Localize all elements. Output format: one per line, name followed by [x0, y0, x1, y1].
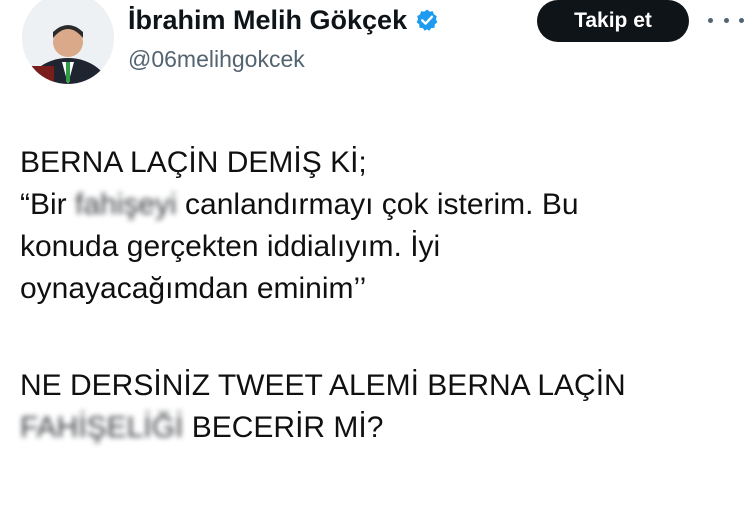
tweet-line: FAHİŞELİĞİ BECERİR Mİ?	[20, 407, 720, 449]
more-dot	[708, 17, 713, 23]
avatar[interactable]	[22, 0, 114, 84]
tweet-text: BERNA LAÇİN DEMİŞ Kİ; “Bir fahişeyi canl…	[20, 142, 720, 449]
more-dot	[739, 17, 744, 23]
tweet-segment: canlandırmayı çok isterim. Bu	[176, 188, 579, 221]
follow-button[interactable]: Takip et	[537, 0, 689, 42]
blurred-word: fahişeyi	[75, 188, 177, 221]
tweet-line: BERNA LAÇİN DEMİŞ Kİ;	[20, 146, 367, 179]
user-handle[interactable]: @06melihgokcek	[128, 46, 305, 73]
tweet-line: NE DERSİNİZ TWEET ALEMİ BERNA LAÇİN	[20, 369, 626, 402]
tweet-line: oynayacağımdan eminim’’	[20, 272, 367, 305]
display-name[interactable]: İbrahim Melih Gökçek	[128, 5, 407, 36]
name-row: İbrahim Melih Gökçek	[128, 4, 439, 36]
avatar-image	[22, 0, 114, 84]
verified-badge-icon	[415, 8, 439, 32]
tweet-segment: “Bir	[20, 188, 75, 221]
blurred-word: FAHİŞELİĞİ	[20, 411, 184, 444]
tweet-line: konuda gerçekten iddialıyım. İyi	[20, 230, 441, 263]
tweet-line: “Bir fahişeyi canlandırmayı çok isterim.…	[20, 184, 720, 226]
tweet-segment: BECERİR Mİ?	[183, 411, 384, 444]
more-options-icon[interactable]	[708, 10, 744, 30]
more-dot	[723, 17, 729, 23]
tweet-header: İbrahim Melih Gökçek @06melihgokcek Taki…	[0, 0, 750, 90]
